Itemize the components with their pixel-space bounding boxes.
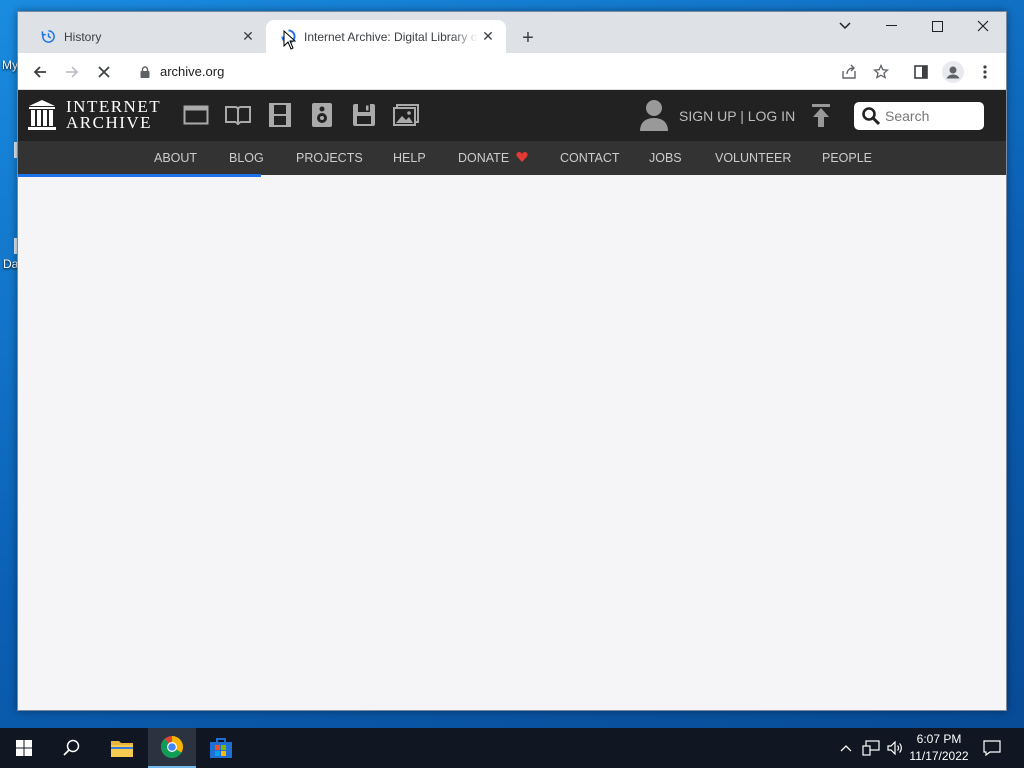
nav-donate-label: DONATE [458, 151, 510, 165]
search-taskbar-button[interactable] [48, 728, 96, 768]
web-icon[interactable] [183, 103, 209, 127]
page-content: INTERNET ARCHIVE SIGN UP | LOG IN Search… [18, 90, 1006, 710]
folder-icon [111, 741, 133, 757]
nav-projects[interactable]: PROJECTS [296, 151, 363, 165]
nav-about[interactable]: ABOUT [154, 151, 197, 165]
page-load-progress-bar [18, 174, 261, 177]
store-taskbar-button[interactable] [197, 728, 245, 768]
texts-icon[interactable] [225, 103, 251, 127]
file-explorer-button[interactable] [98, 728, 146, 768]
upload-icon[interactable] [810, 104, 832, 133]
volume-icon[interactable] [884, 728, 906, 768]
search-icon [63, 739, 80, 756]
clock-date: 11/17/2022 [909, 749, 969, 763]
maximize-button[interactable] [914, 12, 960, 40]
minimize-button[interactable] [868, 12, 914, 40]
ia-top-bar: INTERNET ARCHIVE SIGN UP | LOG IN Search [18, 90, 1006, 141]
internet-archive-logo[interactable]: INTERNET ARCHIVE [28, 98, 161, 132]
clock-time: 6:07 PM [916, 732, 962, 746]
network-icon[interactable] [860, 728, 882, 768]
tab-history[interactable]: History ✕ [26, 20, 266, 53]
tab-title: History [64, 29, 102, 44]
bookmark-star-icon[interactable] [867, 58, 895, 86]
sign-up-log-in-link[interactable]: SIGN UP | LOG IN [679, 108, 795, 124]
close-tab-icon[interactable]: ✕ [478, 27, 498, 47]
nav-donate[interactable]: DONATE [458, 151, 528, 165]
archive-building-icon [28, 100, 56, 130]
browser-window: History ✕ Internet Archive: Digital Libr… [17, 11, 1007, 711]
nav-people[interactable]: PEOPLE [822, 151, 872, 165]
logo-line-2: ARCHIVE [66, 113, 153, 132]
close-tab-icon[interactable]: ✕ [238, 27, 258, 47]
ia-secondary-nav: ABOUT BLOG PROJECTS HELP DONATE CONTACT … [18, 141, 1006, 175]
system-clock[interactable]: 6:07 PM 11/17/2022 [904, 731, 974, 765]
nav-jobs[interactable]: JOBS [649, 151, 682, 165]
history-icon [40, 29, 56, 45]
video-icon[interactable] [267, 103, 293, 127]
stop-loading-button[interactable] [90, 58, 118, 86]
site-search-input[interactable] [885, 108, 981, 124]
heart-icon [516, 152, 528, 162]
tab-internet-archive[interactable]: Internet Archive: Digital Library of Fre… [266, 20, 506, 53]
close-window-button[interactable] [960, 12, 1006, 40]
url-text[interactable]: archive.org [160, 64, 224, 79]
images-icon[interactable] [393, 103, 419, 127]
side-panel-icon[interactable] [907, 58, 935, 86]
back-button[interactable] [26, 58, 54, 86]
menu-kebab-icon[interactable] [971, 58, 999, 86]
notification-center-icon[interactable] [978, 728, 1006, 768]
tab-title: Internet Archive: Digital Library of Fre… [304, 29, 478, 44]
audio-icon[interactable] [309, 103, 335, 127]
software-icon[interactable] [351, 103, 377, 127]
user-avatar-icon[interactable] [639, 99, 669, 136]
tab-strip: History ✕ Internet Archive: Digital Libr… [18, 12, 1006, 53]
nav-help[interactable]: HELP [393, 151, 426, 165]
profile-avatar-icon[interactable] [939, 58, 967, 86]
start-button[interactable] [0, 728, 48, 768]
nav-volunteer[interactable]: VOLUNTEER [715, 151, 791, 165]
store-bag-icon [210, 738, 232, 758]
taskbar: 6:07 PM 11/17/2022 [0, 728, 1024, 768]
forward-button[interactable] [58, 58, 86, 86]
lock-icon[interactable] [140, 65, 150, 83]
share-icon[interactable] [835, 58, 863, 86]
tab-search-chevron-icon[interactable] [822, 12, 868, 40]
new-tab-button[interactable]: + [516, 26, 540, 50]
browser-toolbar: archive.org [18, 53, 1006, 90]
nav-contact[interactable]: CONTACT [560, 151, 620, 165]
site-search-box[interactable] [854, 102, 984, 130]
mouse-cursor-icon [283, 29, 297, 55]
show-hidden-icons-chevron[interactable] [836, 728, 856, 768]
nav-blog[interactable]: BLOG [229, 151, 264, 165]
desktop-icon-label-1[interactable]: My [2, 58, 18, 72]
search-icon [862, 107, 881, 126]
windows-logo-icon [16, 740, 32, 756]
chrome-icon [160, 736, 183, 758]
chrome-taskbar-button[interactable] [148, 728, 196, 768]
